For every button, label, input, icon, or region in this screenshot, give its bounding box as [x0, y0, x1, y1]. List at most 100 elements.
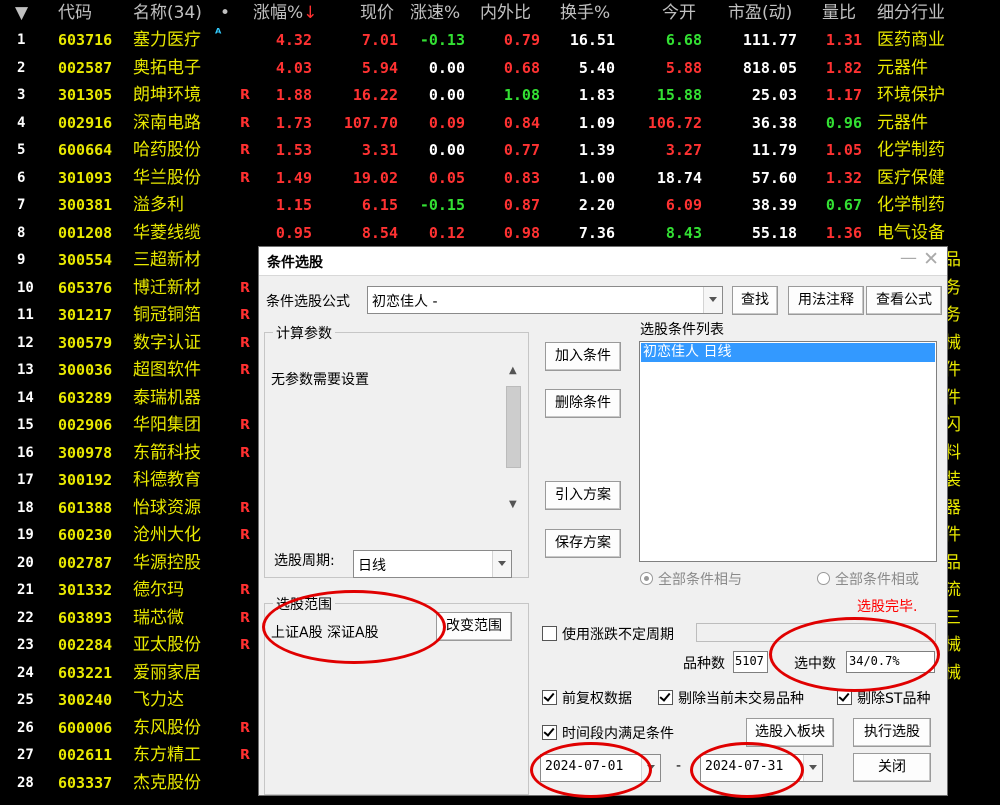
import-plan-button[interactable]: 引入方案 — [545, 481, 621, 510]
stock-code: 002611 — [58, 746, 113, 764]
table-row[interactable]: 8 001208 华菱线缆 0.95 8.54 0.12 0.98 7.36 8.43 55.18… — [0, 220, 1000, 248]
stock-name: 深南电路 — [133, 112, 201, 133]
change-scope-button[interactable]: 改变范围 — [436, 612, 512, 641]
scroll-down-icon[interactable]: ▼ — [509, 499, 517, 510]
stock-code: 301305 — [58, 86, 113, 104]
view-formula-button[interactable]: 查看公式 — [866, 286, 942, 315]
date-to-picker[interactable]: 2024-07-31 — [700, 754, 823, 782]
cell-turnover: 5.40 — [578, 58, 615, 77]
close-button[interactable]: 关闭 — [853, 753, 931, 782]
condition-list-item[interactable]: 初恋佳人 日线 — [641, 343, 935, 362]
stock-code: 001208 — [58, 223, 113, 242]
row-index: 23 — [17, 637, 34, 653]
adjust-data-checkbox[interactable] — [542, 690, 557, 705]
scope-value: 上证A股 深证A股 — [271, 625, 379, 641]
table-row[interactable]: 1 603716 塞力医疗 ᴬ 4.32 7.01 -0.13 0.79 16.51 6.68 11… — [0, 27, 1000, 55]
stock-name: 三超新材 — [133, 250, 201, 270]
header-change-pct[interactable]: 涨幅%↓ — [253, 0, 317, 27]
header-turnover[interactable]: 换手% — [560, 0, 610, 27]
row-index: 25 — [17, 692, 34, 708]
stock-code: 002587 — [58, 58, 113, 77]
period-select[interactable]: 日线 — [353, 550, 512, 578]
exclude-st-checkbox[interactable] — [837, 690, 852, 705]
radio-all-and[interactable] — [640, 572, 653, 585]
row-index: 10 — [17, 279, 34, 296]
find-button[interactable]: 查找 — [732, 286, 778, 315]
params-scrollbar[interactable]: ▲ ▼ — [505, 361, 521, 513]
stock-code: 601388 — [58, 498, 113, 517]
stock-name: 科德教育 — [133, 470, 201, 490]
scope-group-label: 选股范围 — [273, 594, 335, 614]
sort-down-icon: ↓ — [303, 3, 318, 23]
header-io-ratio[interactable]: 内外比 — [480, 0, 531, 27]
row-index: 8 — [17, 224, 26, 241]
save-plan-button[interactable]: 保存方案 — [545, 529, 621, 558]
table-row[interactable]: 7 300381 溢多利 1.15 6.15 -0.15 0.87 2.20 6.09 38.39… — [0, 192, 1000, 220]
close-icon[interactable]: ✕ — [923, 248, 939, 270]
scroll-thumb[interactable] — [506, 386, 521, 468]
cell-speed: -0.13 — [419, 31, 465, 49]
row-index: 22 — [17, 609, 34, 626]
chevron-down-icon[interactable] — [703, 287, 722, 313]
cell-io: 0.77 — [503, 141, 540, 159]
stock-flag-badge: ᴬ — [215, 27, 222, 42]
row-index: 11 — [17, 307, 34, 323]
header-price[interactable]: 现价 — [360, 0, 394, 27]
stock-name: 数字认证 — [133, 332, 201, 353]
date-from-picker[interactable]: 2024-07-01 — [540, 754, 661, 782]
header-industry[interactable]: 细分行业 — [877, 0, 945, 27]
row-index: 13 — [17, 362, 34, 378]
undefined-period-checkbox[interactable] — [542, 626, 557, 641]
chevron-down-icon[interactable] — [492, 551, 511, 577]
radio-all-or[interactable] — [817, 572, 830, 585]
table-row[interactable]: 2 002587 奥拓电子 4.03 5.94 0.00 0.68 5.40 5.88 818.0… — [0, 55, 1000, 83]
execute-selection-button[interactable]: 执行选股 — [853, 718, 931, 747]
stock-flag-badge: R — [240, 748, 251, 763]
stock-flag-badge: R — [240, 280, 251, 296]
formula-select[interactable]: 初恋佳人 - — [367, 286, 723, 314]
industry: 电气设备 — [877, 222, 945, 243]
cell-open: 18.74 — [656, 168, 702, 187]
table-row[interactable]: 4 002916 深南电路 R 1.73 107.70 0.09 0.84 1.09 106.72… — [0, 110, 1000, 138]
add-condition-button[interactable]: 加入条件 — [545, 342, 621, 371]
sort-arrow-icon[interactable]: ▼ — [15, 0, 28, 27]
table-row[interactable]: 6 301093 华兰股份 R 1.49 19.02 0.05 0.83 1.00 18.74 57… — [0, 165, 1000, 193]
stock-code: 300978 — [58, 443, 113, 462]
add-to-block-button[interactable]: 选股入板块 — [746, 718, 834, 747]
cell-vr: 1.17 — [825, 86, 862, 104]
table-row[interactable]: 5 600664 哈药股份 R 1.53 3.31 0.00 0.77 1.39 3.27 11.7… — [0, 137, 1000, 165]
cell-pct: 0.95 — [275, 223, 312, 242]
usage-notes-button[interactable]: 用法注释 — [788, 286, 864, 315]
header-volume-ratio[interactable]: 量比 — [822, 0, 856, 27]
header-pe[interactable]: 市盈(动) — [728, 0, 792, 27]
dialog-titlebar[interactable]: 条件选股 — ✕ — [259, 247, 947, 276]
cell-turnover: 1.00 — [578, 168, 615, 187]
cell-vr: 1.36 — [825, 223, 862, 242]
minimize-icon[interactable]: — — [900, 248, 917, 268]
header-open[interactable]: 今开 — [662, 0, 696, 27]
exclude-untraded-checkbox[interactable] — [658, 690, 673, 705]
cell-open: 3.27 — [665, 141, 702, 159]
stock-flag-badge: R — [240, 418, 251, 433]
delete-condition-button[interactable]: 删除条件 — [545, 389, 621, 418]
stock-flag-badge: R — [240, 583, 251, 598]
chevron-down-icon[interactable] — [803, 755, 822, 781]
scroll-up-icon[interactable]: ▲ — [509, 365, 517, 376]
condition-list[interactable]: 初恋佳人 日线 — [639, 341, 937, 562]
stock-flag-badge: R — [240, 445, 251, 461]
stock-name: 泰瑞机器 — [133, 387, 201, 408]
cell-pct: 1.73 — [275, 113, 312, 132]
progress-bar — [696, 623, 936, 642]
row-index: 20 — [17, 554, 34, 571]
chevron-down-icon[interactable] — [641, 755, 660, 781]
time-range-checkbox[interactable] — [542, 725, 557, 740]
table-row[interactable]: 3 301305 朗坤环境 R 1.88 16.22 0.00 1.08 1.83 15.88 25… — [0, 82, 1000, 110]
stock-name: 沧州大化 — [133, 525, 201, 545]
header-code[interactable]: 代码 — [58, 0, 92, 27]
header-name[interactable]: 名称(34) — [133, 0, 202, 27]
row-index: 4 — [17, 114, 26, 131]
cell-turnover: 1.83 — [578, 86, 615, 104]
stock-name: 亚太股份 — [133, 635, 201, 655]
header-speed[interactable]: 涨速% — [410, 0, 460, 27]
row-index: 16 — [17, 444, 34, 461]
